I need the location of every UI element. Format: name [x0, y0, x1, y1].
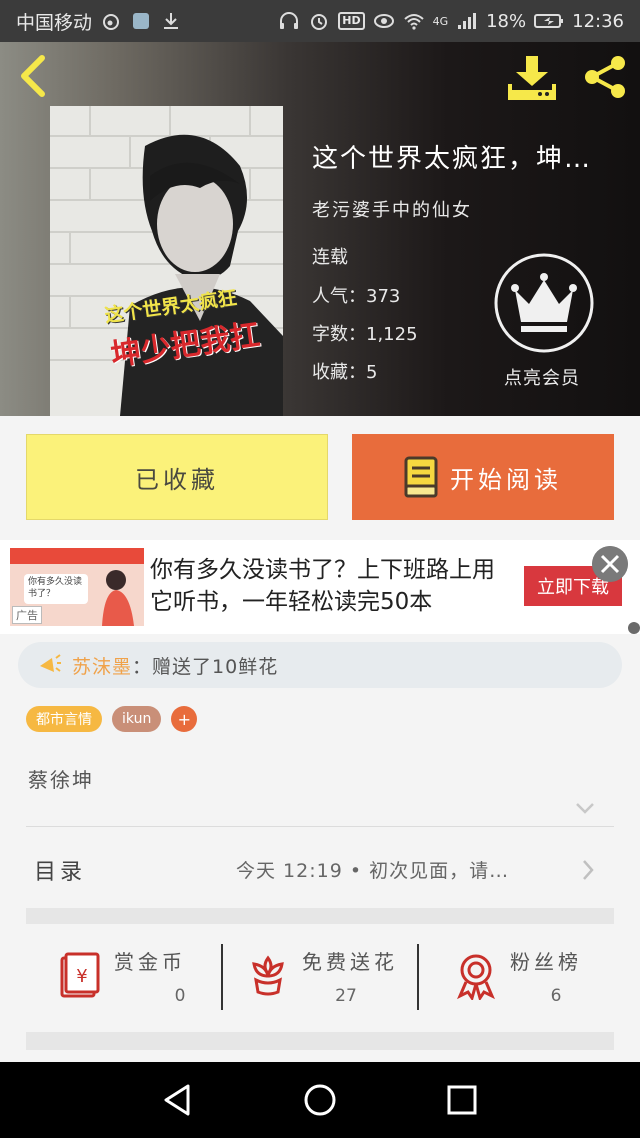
- ad-image-header: [10, 548, 144, 564]
- free-flowers[interactable]: 免费送花 27: [244, 940, 414, 1016]
- flower-icon: [252, 955, 284, 996]
- stat-label: 粉丝榜: [510, 950, 582, 974]
- red-envelope-icon: ¥: [60, 952, 100, 998]
- latest-chapter[interactable]: 今天 12:19 • 初次见面，请…: [236, 856, 556, 883]
- tag-item[interactable]: ikun: [112, 706, 162, 732]
- app-notification-icon: [133, 13, 150, 29]
- wifi-icon: [403, 14, 424, 30]
- ad-image[interactable]: 你有多久没读书了？ 广告: [10, 548, 144, 626]
- fan-ranking[interactable]: 粉丝榜 6: [452, 940, 612, 1016]
- battery-icon: [534, 14, 564, 28]
- divider: [26, 826, 614, 827]
- medal-icon: [457, 954, 495, 1000]
- gift-notice: 苏沫墨 ：赠送了10鲜花: [18, 642, 622, 688]
- svg-text:¥: ¥: [76, 966, 87, 987]
- notice-message: ：赠送了10鲜花: [132, 655, 279, 678]
- add-tag-button[interactable]: +: [171, 706, 198, 732]
- divider: [221, 944, 223, 1010]
- popularity-count: 人气：373: [312, 286, 401, 307]
- eye-icon: [373, 14, 394, 28]
- book-intro: 蔡徐坤: [28, 768, 94, 792]
- support-stats: ¥ 赏金币 0 免费送花 27 粉丝榜 6: [26, 940, 614, 1016]
- home-nav-icon[interactable]: [302, 1082, 338, 1118]
- reward-coins[interactable]: ¥ 赏金币 0: [56, 940, 216, 1016]
- tag-item[interactable]: 都市言情: [26, 706, 102, 732]
- cover-photo: [50, 106, 283, 416]
- collected-label: 已收藏: [135, 465, 219, 494]
- word-count: 字数：1,125: [312, 324, 418, 345]
- section-divider: [26, 908, 614, 924]
- vip-label[interactable]: 点亮会员: [504, 364, 580, 390]
- headphones-icon: [280, 12, 299, 29]
- notice-user[interactable]: 苏沫墨: [72, 652, 132, 679]
- stat-label: 免费送花: [302, 950, 398, 974]
- book-cover[interactable]: 这个世界太疯狂 坤少把我扛: [50, 106, 283, 416]
- alarm-icon: [311, 14, 328, 30]
- stat-label: 赏金币: [114, 950, 186, 974]
- ad-illustration: [102, 570, 134, 626]
- collected-button[interactable]: 已收藏: [26, 434, 328, 520]
- chevron-down-icon[interactable]: [574, 800, 596, 816]
- serial-status: 连载: [312, 247, 348, 268]
- ad-tag: 广告: [12, 606, 42, 624]
- book-header: 这个世界太疯狂 坤少把我扛 这个世界太疯狂，坤… 老污婆手中的仙女 连载 人气：…: [0, 42, 640, 416]
- back-nav-icon[interactable]: [160, 1082, 196, 1118]
- divider: [417, 944, 419, 1010]
- back-icon[interactable]: [16, 54, 52, 98]
- stat-value: 6: [550, 986, 562, 1006]
- clock: 12:36: [572, 10, 624, 32]
- start-reading-label: 开始阅读: [450, 465, 562, 494]
- system-nav-bar: [0, 1062, 640, 1138]
- ad-image-caption: 你有多久没读书了？: [24, 574, 88, 604]
- carrier-label: 中国移动: [16, 11, 93, 34]
- book-icon: [404, 456, 438, 498]
- share-icon[interactable]: [580, 52, 630, 102]
- start-reading-button[interactable]: 开始阅读: [352, 434, 614, 520]
- favorites-count: 收藏：5: [312, 362, 378, 383]
- book-title: 这个世界太疯狂，坤…: [312, 144, 593, 174]
- signal-icon: [458, 13, 477, 29]
- section-divider: [26, 1032, 614, 1050]
- weibo-icon: [103, 14, 120, 30]
- toc-label[interactable]: 目录: [34, 854, 86, 886]
- ad-text[interactable]: 你有多久没读书了？上下班路上用它听书，一年轻松读完50本: [150, 554, 510, 618]
- chevron-right-icon[interactable]: [580, 858, 596, 882]
- book-author[interactable]: 老污婆手中的仙女: [312, 196, 472, 222]
- recents-nav-icon[interactable]: [444, 1082, 480, 1118]
- stat-value: 0: [174, 986, 186, 1006]
- hd-badge: HD: [338, 12, 365, 30]
- ad-info-icon[interactable]: [628, 622, 640, 634]
- battery-percent: 18%: [486, 10, 527, 32]
- tag-list: 都市言情 ikun +: [26, 706, 198, 732]
- ad-banner[interactable]: 你有多久没读书了？ 广告 你有多久没读书了？上下班路上用它听书，一年轻松读完50…: [0, 540, 640, 634]
- megaphone-icon: [40, 654, 61, 672]
- download-notification-icon: [164, 13, 179, 29]
- status-bar: 中国移动 HD 4G 18% 12:36: [0, 0, 640, 42]
- close-icon[interactable]: [592, 546, 628, 582]
- stat-value: 27: [335, 986, 357, 1006]
- download-icon[interactable]: [506, 54, 558, 102]
- network-type: 4G: [432, 14, 449, 28]
- vip-crown-icon[interactable]: [493, 252, 595, 354]
